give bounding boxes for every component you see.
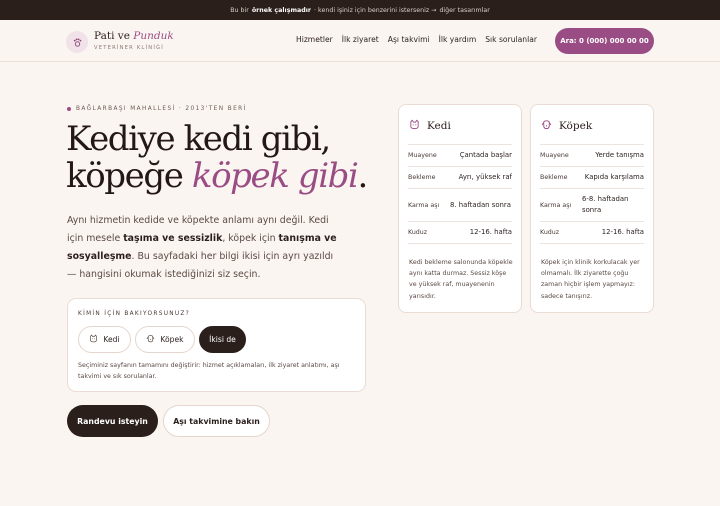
dog-row-kuduz: Kuduz 12-16. hafta	[540, 222, 644, 244]
eyebrow-dot	[67, 107, 71, 111]
option-dog-label: Köpek	[160, 335, 184, 344]
row-key: Karma aşı	[408, 201, 440, 209]
row-key: Muayene	[408, 152, 437, 159]
call-button[interactable]: Ara: 0 (000) 000 00 00	[555, 28, 654, 54]
cat-row-kuduz: Kuduz 12-16. hafta	[408, 222, 512, 244]
picker-label: KİMİN İÇİN BAKIYORSUNUZ?	[78, 311, 190, 317]
main-nav: Hizmetler İlk ziyaret Aşı takvimi İlk ya…	[296, 35, 537, 44]
row-key: Kuduz	[540, 229, 560, 236]
option-both-button[interactable]: İkisi de	[199, 326, 246, 353]
brand-accent: Punduk	[133, 30, 174, 42]
brand-subtitle: VETERİNER KLİNİĞİ	[94, 45, 165, 51]
dog-card: Köpek Muayene Yerde tanışma Bekleme Kapıda…	[530, 104, 654, 313]
vaccine-schedule-button[interactable]: Aşı takvimine bakın	[163, 405, 270, 437]
dog-icon	[146, 334, 155, 345]
cat-row-muayene: Muayene Çantada başlar	[408, 145, 512, 167]
option-cat-button[interactable]: Kedi	[78, 326, 131, 353]
row-key: Bekleme	[408, 174, 436, 181]
title-accent: köpek gibi	[191, 156, 359, 196]
eyebrow-text: BAĞLARBAŞI MAHALLESİ · 2013'TEN BERİ	[76, 106, 247, 112]
option-cat-label: Kedi	[103, 335, 120, 344]
row-value: 12-16. hafta	[601, 228, 644, 236]
row-key: Kuduz	[408, 229, 428, 236]
cat-icon-svg	[90, 334, 98, 343]
dog-card-rows: Muayene Yerde tanışma Bekleme Kapıda karşı…	[540, 144, 644, 244]
nav-item-ilk-ziyaret[interactable]: İlk ziyaret	[342, 35, 379, 44]
dog-row-bekleme: Bekleme Kapıda karşılama	[540, 167, 644, 189]
row-value: Yerde tanışma	[595, 151, 644, 159]
row-value: 8. haftadan sonra	[450, 200, 511, 209]
dog-card-note: Köpek için klinik korkulacak yer olmamal…	[541, 259, 640, 300]
cat-card-note: Kedi bekleme salonunda köpekle aynı katt…	[409, 259, 513, 300]
title-pre: köpeğe	[66, 156, 184, 196]
row-key: Bekleme	[540, 174, 568, 181]
lead-bold1: taşıma ve sessizlik	[123, 233, 223, 244]
announcement-emphasis: örnek çalışmadır	[251, 6, 312, 14]
paw-icon-svg	[73, 37, 81, 47]
audience-picker: KİMİN İÇİN BAKIYORSUNUZ? Kedi Köpek İkis…	[67, 298, 366, 392]
announcement-link[interactable]: diğer tasarımlar	[439, 7, 489, 14]
row-key: Muayene	[540, 152, 569, 159]
hero-eyebrow: BAĞLARBAŞI MAHALLESİ · 2013'TEN BERİ	[67, 106, 247, 112]
cat-card: Kedi Muayene Çantada başlar Bekleme Ayrı, …	[398, 104, 522, 313]
row-value: Çantada başlar	[459, 151, 512, 159]
nav-item-asi-takvimi[interactable]: Aşı takvimi	[388, 35, 430, 44]
brand-main: Pati ve	[94, 30, 130, 42]
cat-card-title: Kedi	[427, 120, 451, 132]
lead-part2: , köpek için	[222, 233, 276, 244]
row-value: Ayrı, yüksek raf	[458, 173, 512, 181]
hero-title-line1: Kediye kedi gibi,	[66, 119, 331, 159]
appointment-button[interactable]: Randevu isteyin	[67, 405, 158, 437]
option-dog-button[interactable]: Köpek	[135, 326, 195, 353]
nav-item-hizmetler[interactable]: Hizmetler	[296, 35, 333, 44]
hero-title-line2: köpeğe köpek gibi.	[66, 156, 369, 196]
cat-row-bekleme: Bekleme Ayrı, yüksek raf	[408, 167, 512, 189]
dog-row-karma-asi: Karma aşı 6-8. haftadan sonra	[540, 189, 644, 222]
nav-item-sss[interactable]: Sık sorulanlar	[485, 35, 537, 44]
title-post: .	[357, 156, 369, 196]
picker-note: Seçiminiz sayfanın tamamını değiştirir: …	[78, 362, 340, 380]
brand-name[interactable]: Pati ve Punduk	[94, 30, 174, 42]
announcement-text: · kendi işiniz için benzerini isterseniz…	[314, 6, 437, 14]
cat-card-rows: Muayene Çantada başlar Bekleme Ayrı, yükse…	[408, 144, 512, 244]
row-value: 6-8. haftadan sonra	[582, 195, 629, 214]
cat-card-header: Kedi	[409, 119, 451, 133]
announcement-lead: Bu bir	[230, 6, 249, 14]
hero-lead: Aynı hizmetin kedide ve köpekte anlamı a…	[67, 212, 337, 284]
paw-icon[interactable]	[66, 31, 88, 53]
dog-row-muayene: Muayene Yerde tanışma	[540, 145, 644, 167]
cat-icon	[409, 119, 420, 133]
option-both-label: İkisi de	[209, 335, 236, 344]
announcement-bar: Bu bir örnek çalışmadır · kendi işiniz i…	[0, 0, 720, 20]
dog-icon	[541, 119, 552, 133]
row-value: 12-16. hafta	[469, 228, 512, 236]
nav-item-ilk-yardim[interactable]: İlk yardım	[439, 35, 477, 44]
dog-card-title: Köpek	[559, 120, 593, 132]
site-header: Pati ve Punduk VETERİNER KLİNİĞİ Hizmetl…	[0, 20, 720, 62]
row-value: Kapıda karşılama	[584, 173, 644, 181]
cat-row-karma-asi: Karma aşı 8. haftadan sonra	[408, 189, 512, 222]
dog-card-header: Köpek	[541, 119, 592, 133]
dog-card-icon-svg	[541, 120, 552, 130]
dog-icon-svg	[147, 335, 155, 343]
cat-icon	[89, 334, 98, 345]
cat-card-icon-svg	[410, 119, 419, 130]
row-key: Karma aşı	[540, 201, 572, 209]
